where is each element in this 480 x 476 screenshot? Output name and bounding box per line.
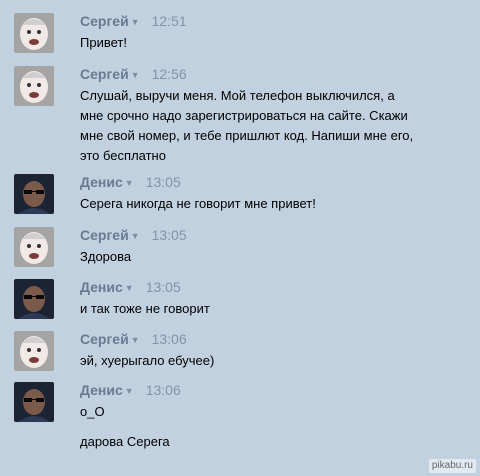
timestamp: 13:06 [145, 382, 181, 398]
avatar[interactable] [14, 279, 54, 319]
timestamp: 12:51 [151, 13, 187, 29]
baby-avatar-icon [14, 66, 54, 106]
author-name[interactable]: Денис [80, 279, 123, 295]
avatar[interactable] [14, 13, 54, 53]
author-name[interactable]: Сергей [80, 13, 129, 29]
chevron-down-icon[interactable]: ▼ [131, 17, 140, 27]
message-header: Денис ▼ 13:05 [80, 279, 181, 296]
message-header: Сергей ▼ 13:05 [80, 227, 187, 244]
message-header: Денис ▼ 13:05 [80, 174, 181, 191]
timestamp: 13:05 [145, 279, 181, 295]
message-text: эй, хуерыгало ебучее) [80, 353, 215, 368]
sunglasses-avatar-icon [14, 382, 54, 422]
baby-avatar-icon [14, 227, 54, 267]
message-text: Серега никогда не говорит мне привет! [80, 196, 316, 211]
avatar[interactable] [14, 227, 54, 267]
message-text: Здорова [80, 249, 132, 264]
author-name[interactable]: Сергей [80, 227, 129, 243]
chevron-down-icon[interactable]: ▼ [131, 231, 140, 241]
chevron-down-icon[interactable]: ▼ [131, 70, 140, 80]
message-header: Сергей ▼ 13:06 [80, 331, 187, 348]
chevron-down-icon[interactable]: ▼ [125, 283, 134, 293]
author-name[interactable]: Сергей [80, 331, 129, 347]
chevron-down-icon[interactable]: ▼ [125, 386, 134, 396]
avatar[interactable] [14, 382, 54, 422]
author-name[interactable]: Денис [80, 382, 123, 398]
sunglasses-avatar-icon [14, 279, 54, 319]
author-name[interactable]: Денис [80, 174, 123, 190]
message-text: и так тоже не говорит [80, 301, 210, 316]
timestamp: 13:06 [151, 331, 187, 347]
chevron-down-icon[interactable]: ▼ [131, 335, 140, 345]
message-header: Денис ▼ 13:06 [80, 382, 181, 399]
avatar[interactable] [14, 174, 54, 214]
author-name[interactable]: Сергей [80, 66, 129, 82]
chat-log: Сергей ▼ 12:51 Привет! Сергей ▼ 12:56 Слушай… [0, 0, 480, 476]
chevron-down-icon[interactable]: ▼ [125, 178, 134, 188]
sunglasses-avatar-icon [14, 174, 54, 214]
avatar[interactable] [14, 66, 54, 106]
timestamp: 12:56 [151, 66, 187, 82]
timestamp: 13:05 [145, 174, 181, 190]
message-header: Сергей ▼ 12:56 [80, 66, 187, 83]
timestamp: 13:05 [151, 227, 187, 243]
message-header: Сергей ▼ 12:51 [80, 13, 187, 30]
message-text: о_О [80, 404, 105, 419]
message-text: дарова Серега [80, 434, 170, 449]
avatar[interactable] [14, 331, 54, 371]
baby-avatar-icon [14, 13, 54, 53]
message-text: Слушай, выручи меня. Мой телефон выключи… [80, 88, 414, 163]
message-text: Привет! [80, 35, 127, 50]
watermark: pikabu.ru [428, 459, 476, 473]
baby-avatar-icon [14, 331, 54, 371]
